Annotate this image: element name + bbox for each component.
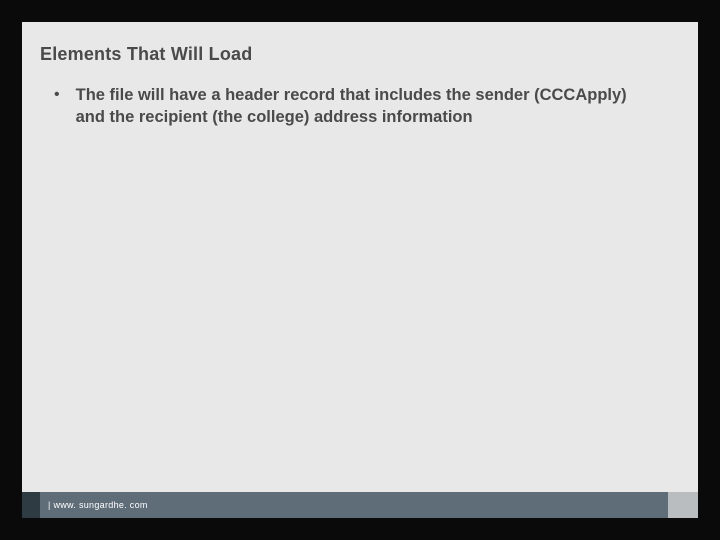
slide: Elements That Will Load • The file will … [22,22,698,518]
bullet-icon: • [54,84,60,106]
bullet-item: • The file will have a header record tha… [50,84,648,129]
footer-accent-dark [22,492,40,518]
footer-accent-light [668,492,698,518]
slide-title: Elements That Will Load [40,44,252,65]
footer-bar: | www. sungardhe. com [40,492,668,518]
footer: | www. sungardhe. com [22,492,698,518]
bullet-text: The file will have a header record that … [76,84,648,129]
slide-content: • The file will have a header record tha… [50,84,648,129]
footer-url: | www. sungardhe. com [48,500,148,510]
